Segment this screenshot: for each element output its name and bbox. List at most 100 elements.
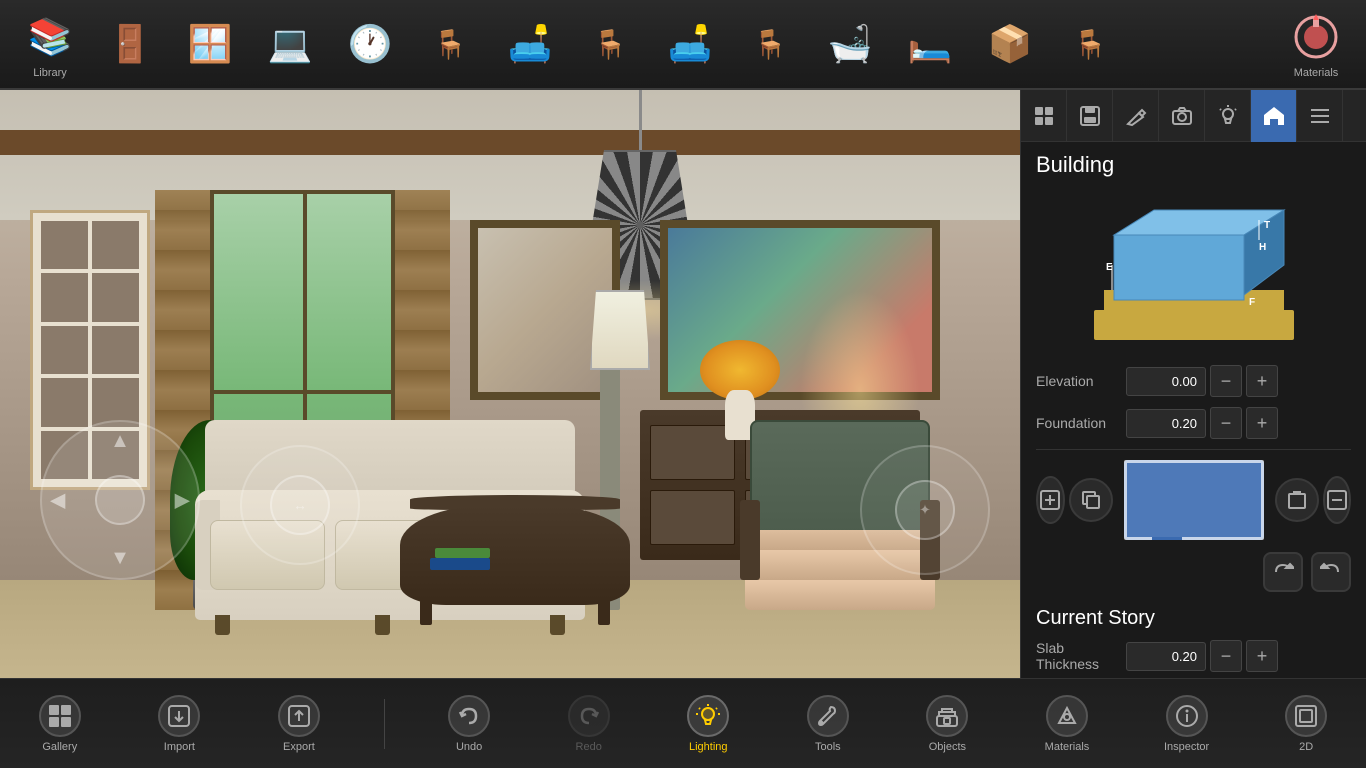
rp-tool-camera[interactable] [1159,90,1205,142]
rp-tool-list[interactable] [1297,90,1343,142]
rp-tool-save[interactable] [1067,90,1113,142]
redo-icon [568,695,610,737]
top-item-materials[interactable]: Materials [1276,4,1356,84]
top-item-chair-red[interactable]: 🪑 [410,4,490,84]
top-item-bed[interactable]: 🛏️ [890,4,970,84]
top-item-clock[interactable]: 🕐 [330,4,410,84]
book-1 [430,558,490,570]
top-item-library[interactable]: 📚 Library [10,4,90,84]
elevation-input[interactable] [1126,367,1206,396]
top-item-chair-pink[interactable]: 🪑 [570,4,650,84]
inspector-icon [1166,695,1208,737]
foundation-label: Foundation [1036,415,1126,431]
bt-lighting[interactable]: Lighting [673,684,743,764]
import-icon [158,695,200,737]
sofa-icon: 🛋️ [663,17,718,72]
nav-center[interactable] [95,475,145,525]
foundation-decrease-button[interactable]: − [1210,407,1242,439]
window-icon: 🪟 [183,17,238,72]
slab-thickness-row: Slab Thickness − + [1036,640,1351,672]
nav-right-arrow: ▶ [175,488,190,513]
export-label: Export [283,741,315,753]
elevation-decrease-button[interactable]: − [1210,365,1242,397]
rotation-control[interactable]: ↔ [240,445,360,565]
foundation-row: Foundation − + [1036,407,1351,439]
door-icon: 🚪 [103,17,158,72]
main-scene[interactable]: ▲ ▼ ◀ ▶ ↔ ✦ [0,90,1020,700]
top-item-armchair-yellow[interactable]: 🛋️ [490,4,570,84]
materials-bottom-label: Materials [1045,741,1090,753]
bench-icon: 🪑 [743,17,798,72]
rp-tool-select[interactable] [1021,90,1067,142]
library-icon: 📚 [23,10,78,65]
bt-materials[interactable]: Materials [1032,684,1102,764]
story-actions-row [1036,460,1351,540]
rotate-left-button[interactable] [1263,552,1303,592]
bt-2d[interactable]: 2D [1271,684,1341,764]
top-item-shelf[interactable]: 📦 [970,4,1050,84]
nav-left-arrow: ◀ [50,488,65,513]
tools-label: Tools [815,741,841,753]
bt-export[interactable]: Export [264,684,334,764]
rotation-inner[interactable]: ↔ [270,475,330,535]
redo-label: Redo [576,741,602,753]
top-item-chair-red2[interactable]: 🪑 [1050,4,1130,84]
rp-tool-home[interactable] [1251,90,1297,142]
2d-label: 2D [1299,741,1313,753]
elevation-row: Elevation − + [1036,365,1351,397]
foundation-input[interactable] [1126,409,1206,438]
slab-thickness-input[interactable] [1126,642,1206,671]
coffee-table [390,495,640,625]
bt-import[interactable]: Import [144,684,214,764]
lighting-label: Lighting [689,741,728,753]
ceiling-beam-horizontal [0,130,1020,155]
paste-story-button[interactable] [1275,478,1319,522]
building-title: Building [1036,152,1351,178]
navigation-joystick[interactable]: ▲ ▼ ◀ ▶ [40,420,200,580]
top-item-door[interactable]: 🚪 [90,4,170,84]
action-control[interactable]: ✦ [860,445,990,575]
top-item-window[interactable]: 🪟 [170,4,250,84]
ceiling [0,90,1020,220]
slab-decrease-button[interactable]: − [1210,640,1242,672]
top-item-bench[interactable]: 🪑 [730,4,810,84]
slab-thickness-label: Slab Thickness [1036,640,1126,672]
bed-icon: 🛏️ [903,17,958,72]
delete-story-button[interactable] [1323,476,1352,524]
clock-icon: 🕐 [343,17,398,72]
rotate-right-button[interactable] [1311,552,1351,592]
elevation-increase-button[interactable]: + [1246,365,1278,397]
top-item-bathtub[interactable]: 🛁 [810,4,890,84]
bt-tools[interactable]: Tools [793,684,863,764]
bt-redo[interactable]: Redo [554,684,624,764]
action-inner[interactable]: ✦ [895,480,955,540]
objects-label: Objects [929,741,966,753]
rp-tool-light[interactable] [1205,90,1251,142]
bt-gallery[interactable]: Gallery [25,684,95,764]
undo-icon [448,695,490,737]
tools-icon [807,695,849,737]
library-label: Library [33,67,67,79]
lighting-icon [687,695,729,737]
bt-objects[interactable]: Objects [912,684,982,764]
gallery-label: Gallery [42,741,77,753]
top-item-laptop[interactable]: 💻 [250,4,330,84]
red-chair-icon: 🪑 [423,17,478,72]
red-chair2-icon: 🪑 [1063,17,1118,72]
bt-inspector[interactable]: Inspector [1152,684,1222,764]
bt-undo[interactable]: Undo [434,684,504,764]
export-icon [278,695,320,737]
import-label: Import [164,741,195,753]
yellow-armchair-icon: 🛋️ [503,17,558,72]
book-2 [435,548,490,558]
current-story-title: Current Story [1036,607,1351,630]
rp-tool-paint[interactable] [1113,90,1159,142]
laptop-icon: 💻 [263,17,318,72]
divider-1 [1036,449,1351,450]
copy-story-button[interactable] [1069,478,1113,522]
foundation-increase-button[interactable]: + [1246,407,1278,439]
floor-plan-preview [1124,460,1264,540]
top-item-sofa[interactable]: 🛋️ [650,4,730,84]
add-story-button[interactable] [1036,476,1065,524]
slab-increase-button[interactable]: + [1246,640,1278,672]
